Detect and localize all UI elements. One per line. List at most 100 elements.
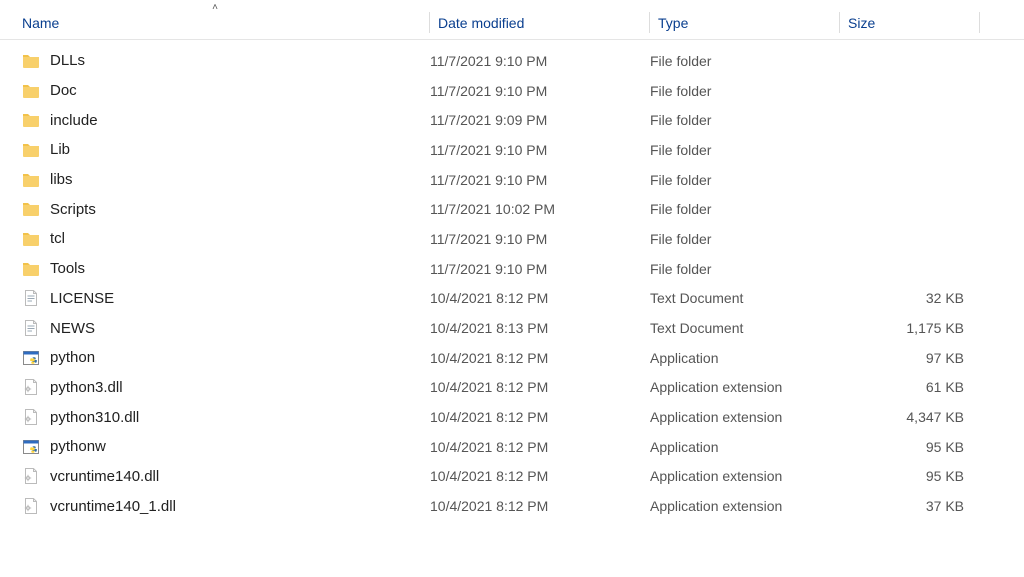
file-row[interactable]: include11/7/2021 9:09 PMFile folder (0, 105, 1024, 135)
application-extension-icon (22, 408, 40, 426)
file-row[interactable]: Lib11/7/2021 9:10 PMFile folder (0, 135, 1024, 165)
column-header-size-label: Size (848, 15, 875, 31)
file-row[interactable]: NEWS10/4/2021 8:13 PMText Document1,175 … (0, 313, 1024, 343)
file-name-cell: include (22, 111, 430, 129)
file-type-cell: Application extension (650, 379, 840, 395)
file-type-cell: Text Document (650, 290, 840, 306)
folder-icon (22, 111, 40, 129)
file-size-cell: 1,175 KB (840, 320, 978, 336)
file-date-cell: 10/4/2021 8:12 PM (430, 468, 650, 484)
file-type-cell: File folder (650, 53, 840, 69)
text-document-icon (22, 289, 40, 307)
file-type-cell: File folder (650, 201, 840, 217)
file-row[interactable]: python3.dll10/4/2021 8:12 PMApplication … (0, 373, 1024, 403)
folder-icon (22, 52, 40, 70)
file-row[interactable]: libs11/7/2021 9:10 PMFile folder (0, 165, 1024, 195)
file-type-cell: File folder (650, 261, 840, 277)
file-date-cell: 11/7/2021 9:10 PM (430, 53, 650, 69)
column-header-date[interactable]: Date modified (430, 6, 650, 39)
file-type-cell: Application extension (650, 498, 840, 514)
column-header-date-label: Date modified (438, 15, 524, 31)
sort-ascending-icon: ˄ (212, 2, 218, 13)
file-name-cell: Doc (22, 82, 430, 100)
file-date-cell: 11/7/2021 9:10 PM (430, 231, 650, 247)
file-date-cell: 10/4/2021 8:12 PM (430, 409, 650, 425)
file-date-cell: 10/4/2021 8:12 PM (430, 350, 650, 366)
folder-icon (22, 82, 40, 100)
file-name-label: tcl (50, 230, 65, 247)
folder-icon (22, 141, 40, 159)
file-name-label: Tools (50, 260, 85, 277)
file-rows-container: DLLs11/7/2021 9:10 PMFile folderDoc11/7/… (0, 40, 1024, 521)
file-row[interactable]: vcruntime140_1.dll 10/4/2021 8:12 PMAppli… (0, 491, 1024, 521)
file-size-cell: 4,347 KB (840, 409, 978, 425)
file-row[interactable]: Scripts 11/7/2021 10:02 PMFile folder (0, 194, 1024, 224)
folder-icon (22, 260, 40, 278)
file-type-cell: Application (650, 439, 840, 455)
file-name-label: LICENSE (50, 290, 114, 307)
file-row[interactable]: python10/4/2021 8:12 PMApplication97 KB (0, 343, 1024, 373)
file-name-label: python310.dll (50, 409, 139, 426)
file-row[interactable]: pythonw 10/4/2021 8:12 PMApplication95 KB (0, 432, 1024, 462)
file-row[interactable]: python310.dll 10/4/2021 8:12 PMApplicatio… (0, 402, 1024, 432)
file-name-label: vcruntime140_1.dll (50, 498, 176, 515)
file-type-cell: File folder (650, 112, 840, 128)
python-application-icon (22, 349, 40, 367)
file-name-cell: python310.dll (22, 408, 430, 426)
file-size-cell: 37 KB (840, 498, 978, 514)
column-header-name[interactable]: ˄ Name (0, 6, 430, 39)
file-name-cell: Lib (22, 141, 430, 159)
file-list: ˄ Name Date modified Type Size DLLs11/7/… (0, 0, 1024, 521)
folder-icon (22, 171, 40, 189)
file-name-cell: Tools (22, 260, 430, 278)
file-size-cell: 97 KB (840, 350, 978, 366)
file-date-cell: 11/7/2021 10:02 PM (430, 201, 650, 217)
column-header-name-label: Name (22, 15, 59, 31)
file-name-label: libs (50, 171, 73, 188)
file-type-cell: Application extension (650, 409, 840, 425)
file-type-cell: Application extension (650, 468, 840, 484)
file-name-cell: libs (22, 171, 430, 189)
file-date-cell: 11/7/2021 9:10 PM (430, 83, 650, 99)
text-document-icon (22, 319, 40, 337)
file-type-cell: Text Document (650, 320, 840, 336)
file-date-cell: 10/4/2021 8:12 PM (430, 439, 650, 455)
file-date-cell: 11/7/2021 9:10 PM (430, 261, 650, 277)
file-name-cell: NEWS (22, 319, 430, 337)
file-date-cell: 10/4/2021 8:12 PM (430, 498, 650, 514)
file-name-label: NEWS (50, 320, 95, 337)
file-name-cell: vcruntime140.dll (22, 467, 430, 485)
file-name-cell: vcruntime140_1.dll (22, 497, 430, 515)
file-name-label: vcruntime140.dll (50, 468, 159, 485)
file-size-cell: 61 KB (840, 379, 978, 395)
file-row[interactable]: LICENSE 10/4/2021 8:12 PMText Document32 … (0, 284, 1024, 314)
file-row[interactable]: tcl11/7/2021 9:10 PMFile folder (0, 224, 1024, 254)
file-name-label: pythonw (50, 438, 106, 455)
file-name-cell: LICENSE (22, 289, 430, 307)
column-header-size[interactable]: Size (840, 6, 980, 39)
file-name-cell: pythonw (22, 438, 430, 456)
file-row[interactable]: Doc11/7/2021 9:10 PMFile folder (0, 76, 1024, 106)
file-type-cell: Application (650, 350, 840, 366)
folder-icon (22, 230, 40, 248)
file-row[interactable]: Tools 11/7/2021 9:10 PMFile folder (0, 254, 1024, 284)
file-name-label: Lib (50, 141, 70, 158)
python-application-icon (22, 438, 40, 456)
column-divider[interactable] (979, 12, 980, 33)
file-type-cell: File folder (650, 172, 840, 188)
file-name-cell: DLLs (22, 52, 430, 70)
file-size-cell: 32 KB (840, 290, 978, 306)
folder-icon (22, 200, 40, 218)
file-name-cell: python (22, 349, 430, 367)
file-name-cell: Scripts (22, 200, 430, 218)
column-header-type[interactable]: Type (650, 6, 840, 39)
file-row[interactable]: DLLs11/7/2021 9:10 PMFile folder (0, 46, 1024, 76)
file-type-cell: File folder (650, 83, 840, 99)
file-name-label: Scripts (50, 201, 96, 218)
file-name-cell: python3.dll (22, 378, 430, 396)
file-date-cell: 10/4/2021 8:12 PM (430, 290, 650, 306)
file-size-cell: 95 KB (840, 468, 978, 484)
file-size-cell: 95 KB (840, 439, 978, 455)
application-extension-icon (22, 467, 40, 485)
file-row[interactable]: vcruntime140.dll 10/4/2021 8:12 PMApplica… (0, 462, 1024, 492)
